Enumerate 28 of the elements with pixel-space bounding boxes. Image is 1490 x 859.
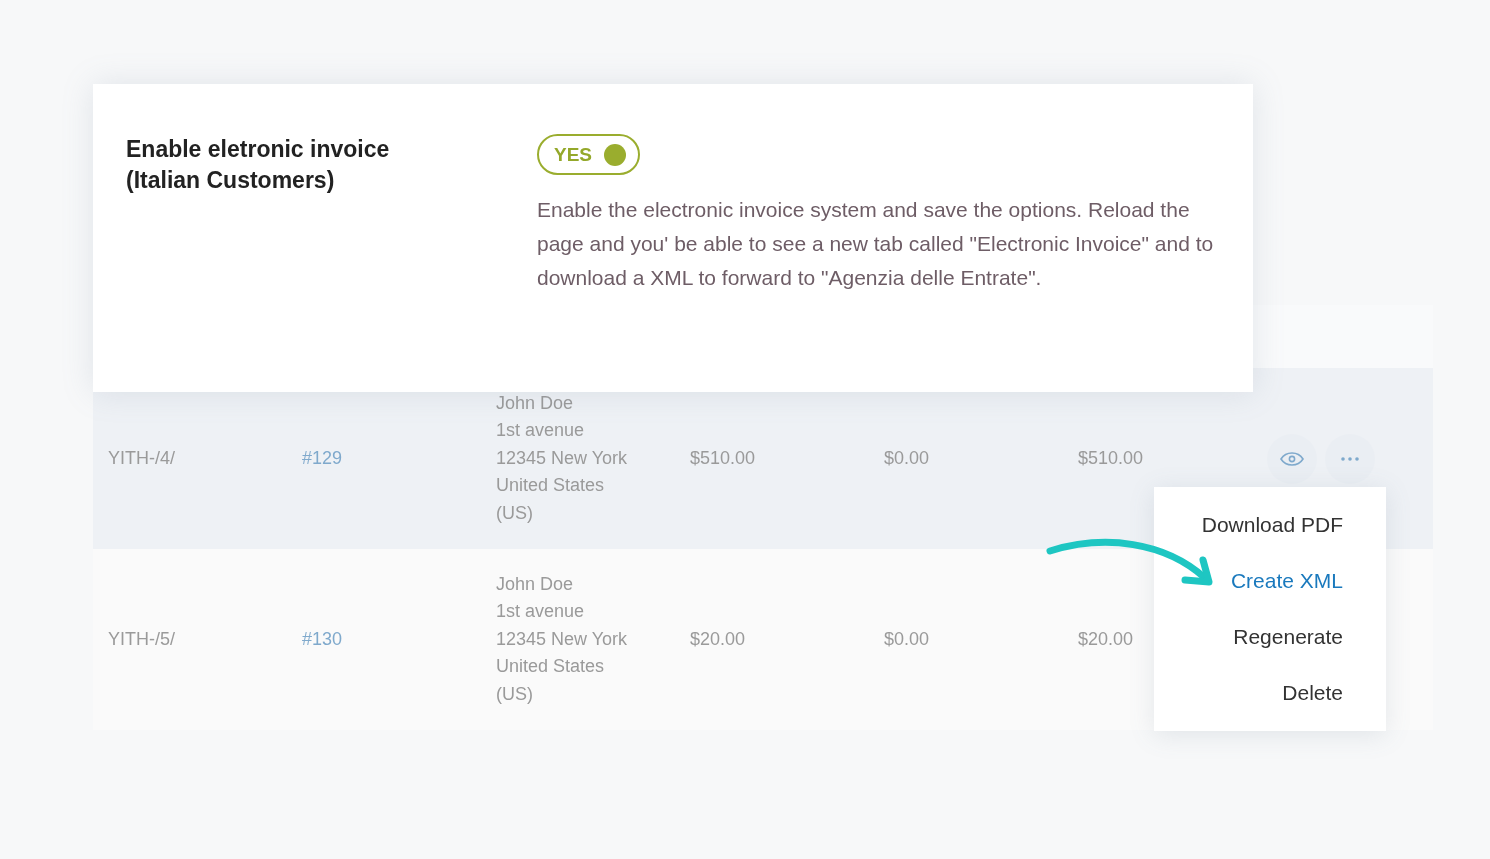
total-cell-text: $510.00 [1077,448,1145,469]
setting-description: Enable the electronic invoice system and save the options. Reload the page and you' be able to see a new tab called "Electronic Invoice" and to download a XML to forward to "Agenzia delle Entrate". [537,197,1215,291]
address-line: 1st avenue [496,419,585,443]
address-line: United States [496,474,605,498]
address-line: John Doe [496,391,574,415]
address-line: (US) [496,501,533,525]
tax-cell-text: $0.00 [883,629,931,650]
address-line: 12345 New York [496,446,628,470]
address-line: 1st avenue [496,600,585,624]
subtotal-cell-text: $20.00 [689,629,747,650]
order-link[interactable]: #129 [287,448,481,469]
menu-item[interactable]: Create XML [1230,561,1343,601]
menu-item[interactable]: Regenerate [1233,617,1343,657]
menu-item[interactable]: Delete [1282,673,1343,713]
address-line: 12345 New York [496,627,628,651]
tax-cell-text: $0.00 [883,448,931,469]
address-line: (US) [496,682,533,706]
more-icon [1341,456,1359,461]
address-line: John Doe [496,572,574,596]
subtotal-cell-text: $510.00 [689,448,757,469]
toggle-switch[interactable]: YES [537,134,641,175]
order-link[interactable]: #130 [287,629,481,650]
eye-icon [1280,451,1304,466]
address-line: United States [496,655,605,679]
invoice-number: YITH-/5/ [107,629,176,650]
invoice-number: YITH-/4/ [107,448,176,469]
menu-item[interactable]: Download PDF [1201,505,1343,545]
setting-label: Enable eletronic invoice (Italian Customers) [126,135,391,195]
